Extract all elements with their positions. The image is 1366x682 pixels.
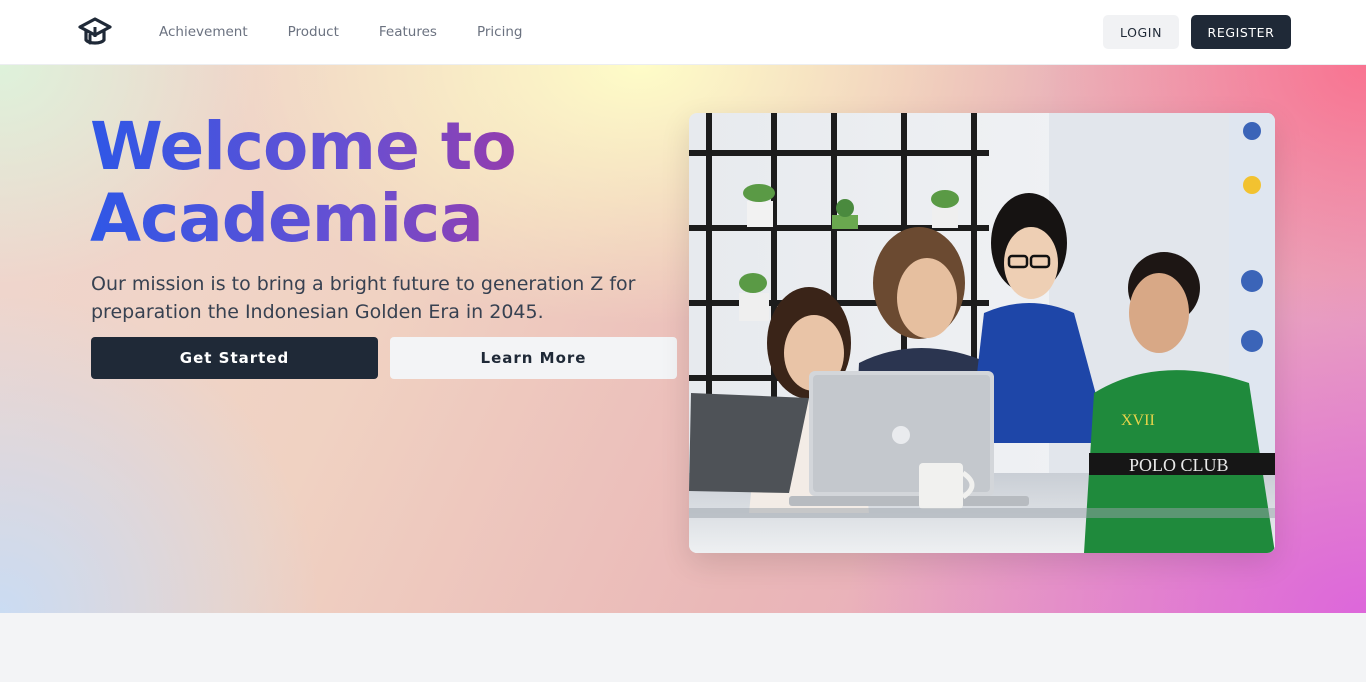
nav-link-features[interactable]: Features xyxy=(379,24,437,40)
top-navbar: Achievement Product Features Pricing LOG… xyxy=(0,0,1366,65)
hero-title: Welcome to Academica xyxy=(90,111,690,255)
nav-link-achievement[interactable]: Achievement xyxy=(159,24,248,40)
students-laptop-illustration: POLO CLUB XVII xyxy=(689,113,1275,553)
hero-section: Welcome to Academica Our mission is to b… xyxy=(0,65,1366,613)
learn-more-button[interactable]: Learn More xyxy=(390,337,677,379)
nav-link-product[interactable]: Product xyxy=(288,24,339,40)
shirt-badge-text: XVII xyxy=(1121,412,1155,429)
shirt-text: POLO CLUB xyxy=(1129,455,1229,475)
hero-title-line-1: Welcome to xyxy=(90,108,516,185)
get-started-button[interactable]: Get Started xyxy=(91,337,378,379)
nav-link-pricing[interactable]: Pricing xyxy=(477,24,523,40)
main-nav: Achievement Product Features Pricing xyxy=(159,24,522,40)
login-button[interactable]: LOGIN xyxy=(1103,15,1179,49)
hero-subtitle: Our mission is to bring a bright future … xyxy=(91,273,636,323)
hero-photo: POLO CLUB XVII xyxy=(689,113,1275,553)
graduation-cap-icon[interactable] xyxy=(78,15,112,49)
hero-title-line-2: Academica xyxy=(90,180,483,257)
register-button[interactable]: REGISTER xyxy=(1191,15,1291,49)
